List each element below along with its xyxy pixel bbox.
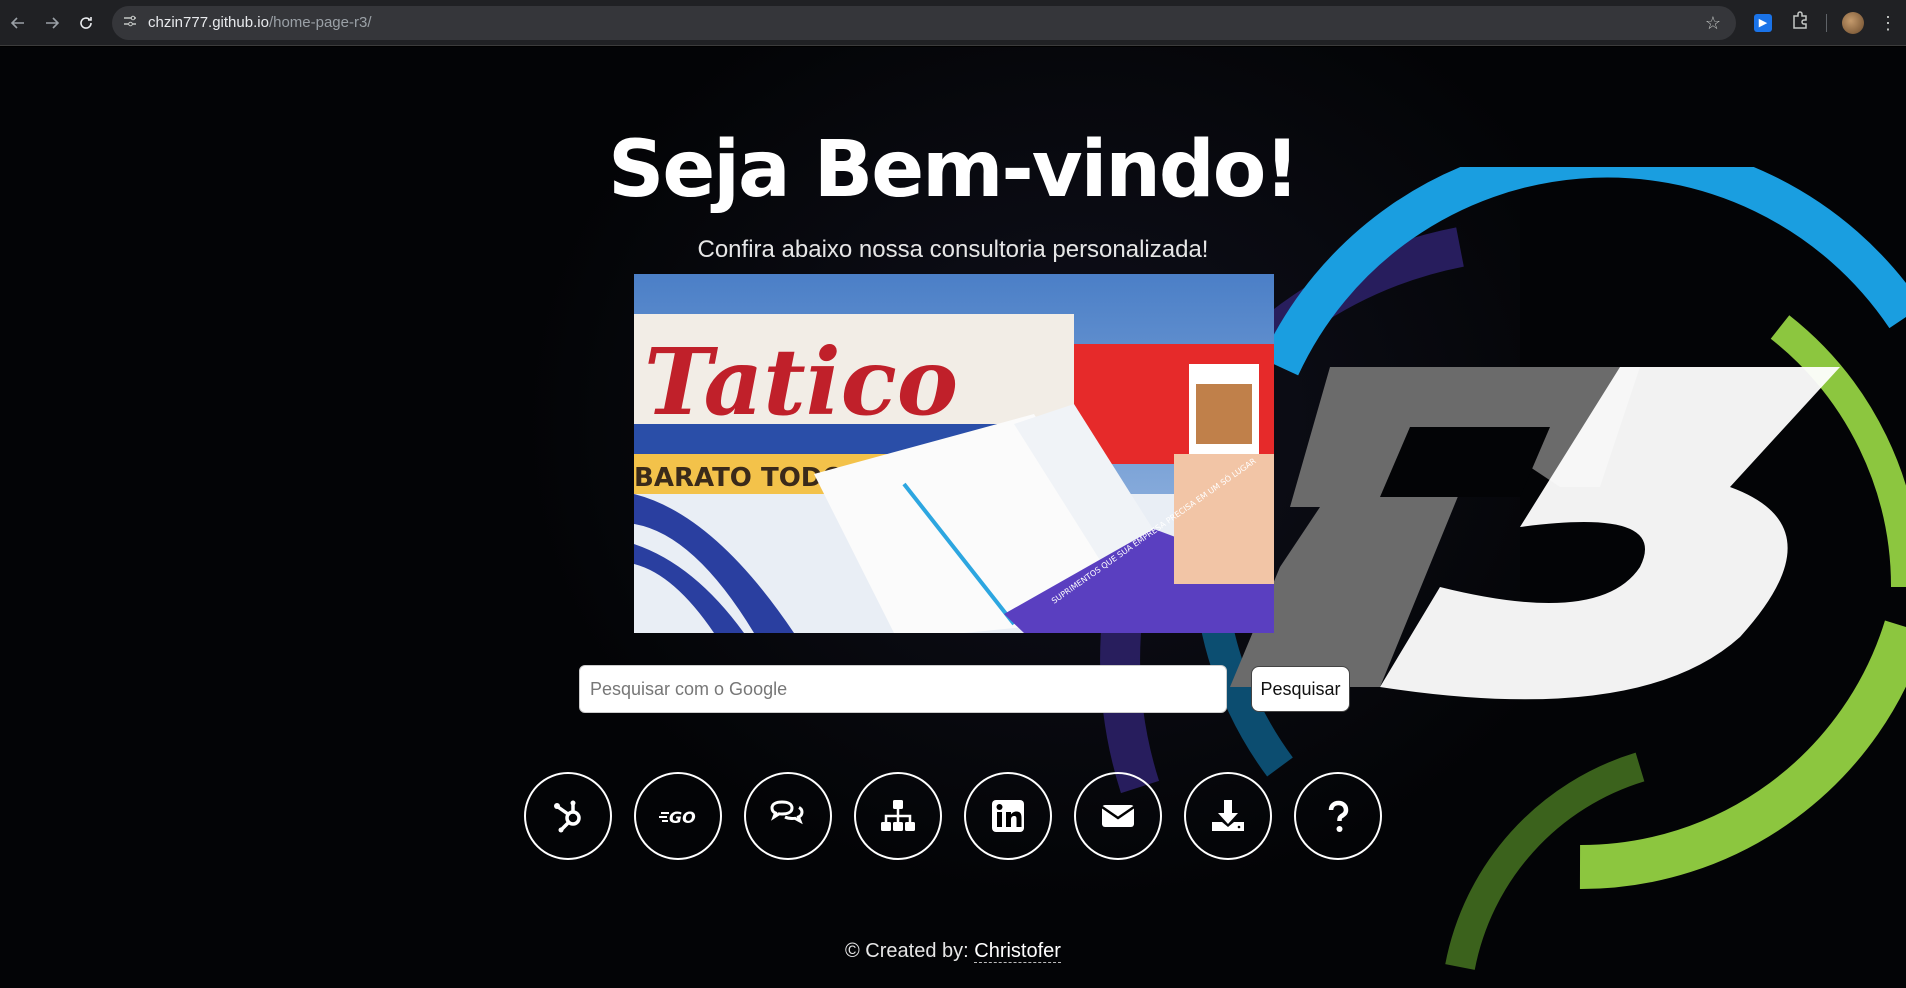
extension-icon[interactable]: ▶ — [1754, 14, 1772, 32]
reload-button[interactable] — [72, 9, 100, 37]
profile-avatar[interactable] — [1842, 12, 1864, 34]
linkedin-icon — [992, 800, 1024, 832]
help-link[interactable] — [1294, 772, 1382, 860]
mail-link[interactable] — [1074, 772, 1162, 860]
back-button[interactable] — [4, 9, 32, 37]
site-info-icon[interactable] — [120, 13, 140, 33]
help-icon — [1328, 800, 1349, 832]
search-button[interactable]: Pesquisar — [1251, 666, 1350, 712]
sitemap-link[interactable] — [854, 772, 942, 860]
page-body: Seja Bem-vindo! Confira abaixo nossa con… — [0, 47, 1906, 988]
mail-icon — [1101, 805, 1135, 827]
forward-button[interactable] — [38, 9, 66, 37]
photo-sign-text: Tatico — [644, 328, 958, 436]
sitemap-icon — [881, 800, 915, 831]
menu-kebab-icon[interactable]: ⋮ — [1878, 9, 1898, 37]
reload-icon — [80, 17, 92, 29]
bookmark-star-icon[interactable]: ☆ — [1702, 12, 1724, 34]
arrow-right-icon — [46, 17, 60, 29]
download-icon — [1212, 800, 1244, 831]
hubspot-icon — [554, 800, 581, 833]
social-links: GO — [524, 772, 1384, 860]
address-bar[interactable]: chzin777.github.io/home-page-r3/ ☆ — [112, 6, 1736, 40]
go-icon: GO — [659, 808, 696, 827]
chat-link[interactable] — [744, 772, 832, 860]
extensions-puzzle-icon[interactable] — [1788, 11, 1812, 35]
browser-toolbar: chzin777.github.io/home-page-r3/ ☆ ▶ ⋮ — [0, 0, 1906, 46]
linkedin-link[interactable] — [964, 772, 1052, 860]
toolbar-divider — [1826, 14, 1827, 32]
url-host: chzin777.github.io — [148, 14, 269, 31]
svg-text:GO: GO — [669, 808, 696, 827]
footer-prefix: © Created by: — [845, 940, 975, 962]
page-title: Seja Bem-vindo! — [608, 125, 1300, 215]
download-link[interactable] — [1184, 772, 1272, 860]
author-link[interactable]: Christofer — [974, 940, 1061, 963]
arrow-left-icon — [10, 17, 24, 29]
url-text: chzin777.github.io/home-page-r3/ — [148, 14, 372, 31]
go-link[interactable]: GO — [634, 772, 722, 860]
hero-image: Tatico BARATO TODO DIA SUPRIMENTOS QUE S… — [634, 274, 1274, 633]
url-path: /home-page-r3/ — [268, 14, 372, 31]
footer: © Created by: Christofer — [0, 940, 1906, 963]
chat-icon — [770, 800, 804, 825]
search-input[interactable] — [579, 665, 1227, 713]
page-subtitle: Confira abaixo nossa consultoria persona… — [697, 236, 1209, 263]
hubspot-link[interactable] — [524, 772, 612, 860]
